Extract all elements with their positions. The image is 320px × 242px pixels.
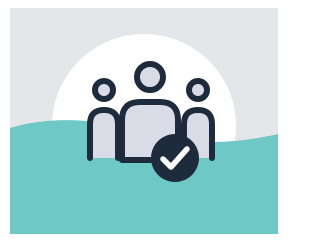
left-person-head: [92, 78, 116, 102]
team-verified-illustration: [10, 8, 278, 234]
right-person-head: [186, 78, 210, 102]
verified-badge: [151, 134, 199, 182]
left-person-body: [87, 107, 121, 161]
illustration-frame: [0, 0, 288, 242]
center-person-head: [134, 61, 166, 93]
badge-circle: [151, 134, 199, 182]
